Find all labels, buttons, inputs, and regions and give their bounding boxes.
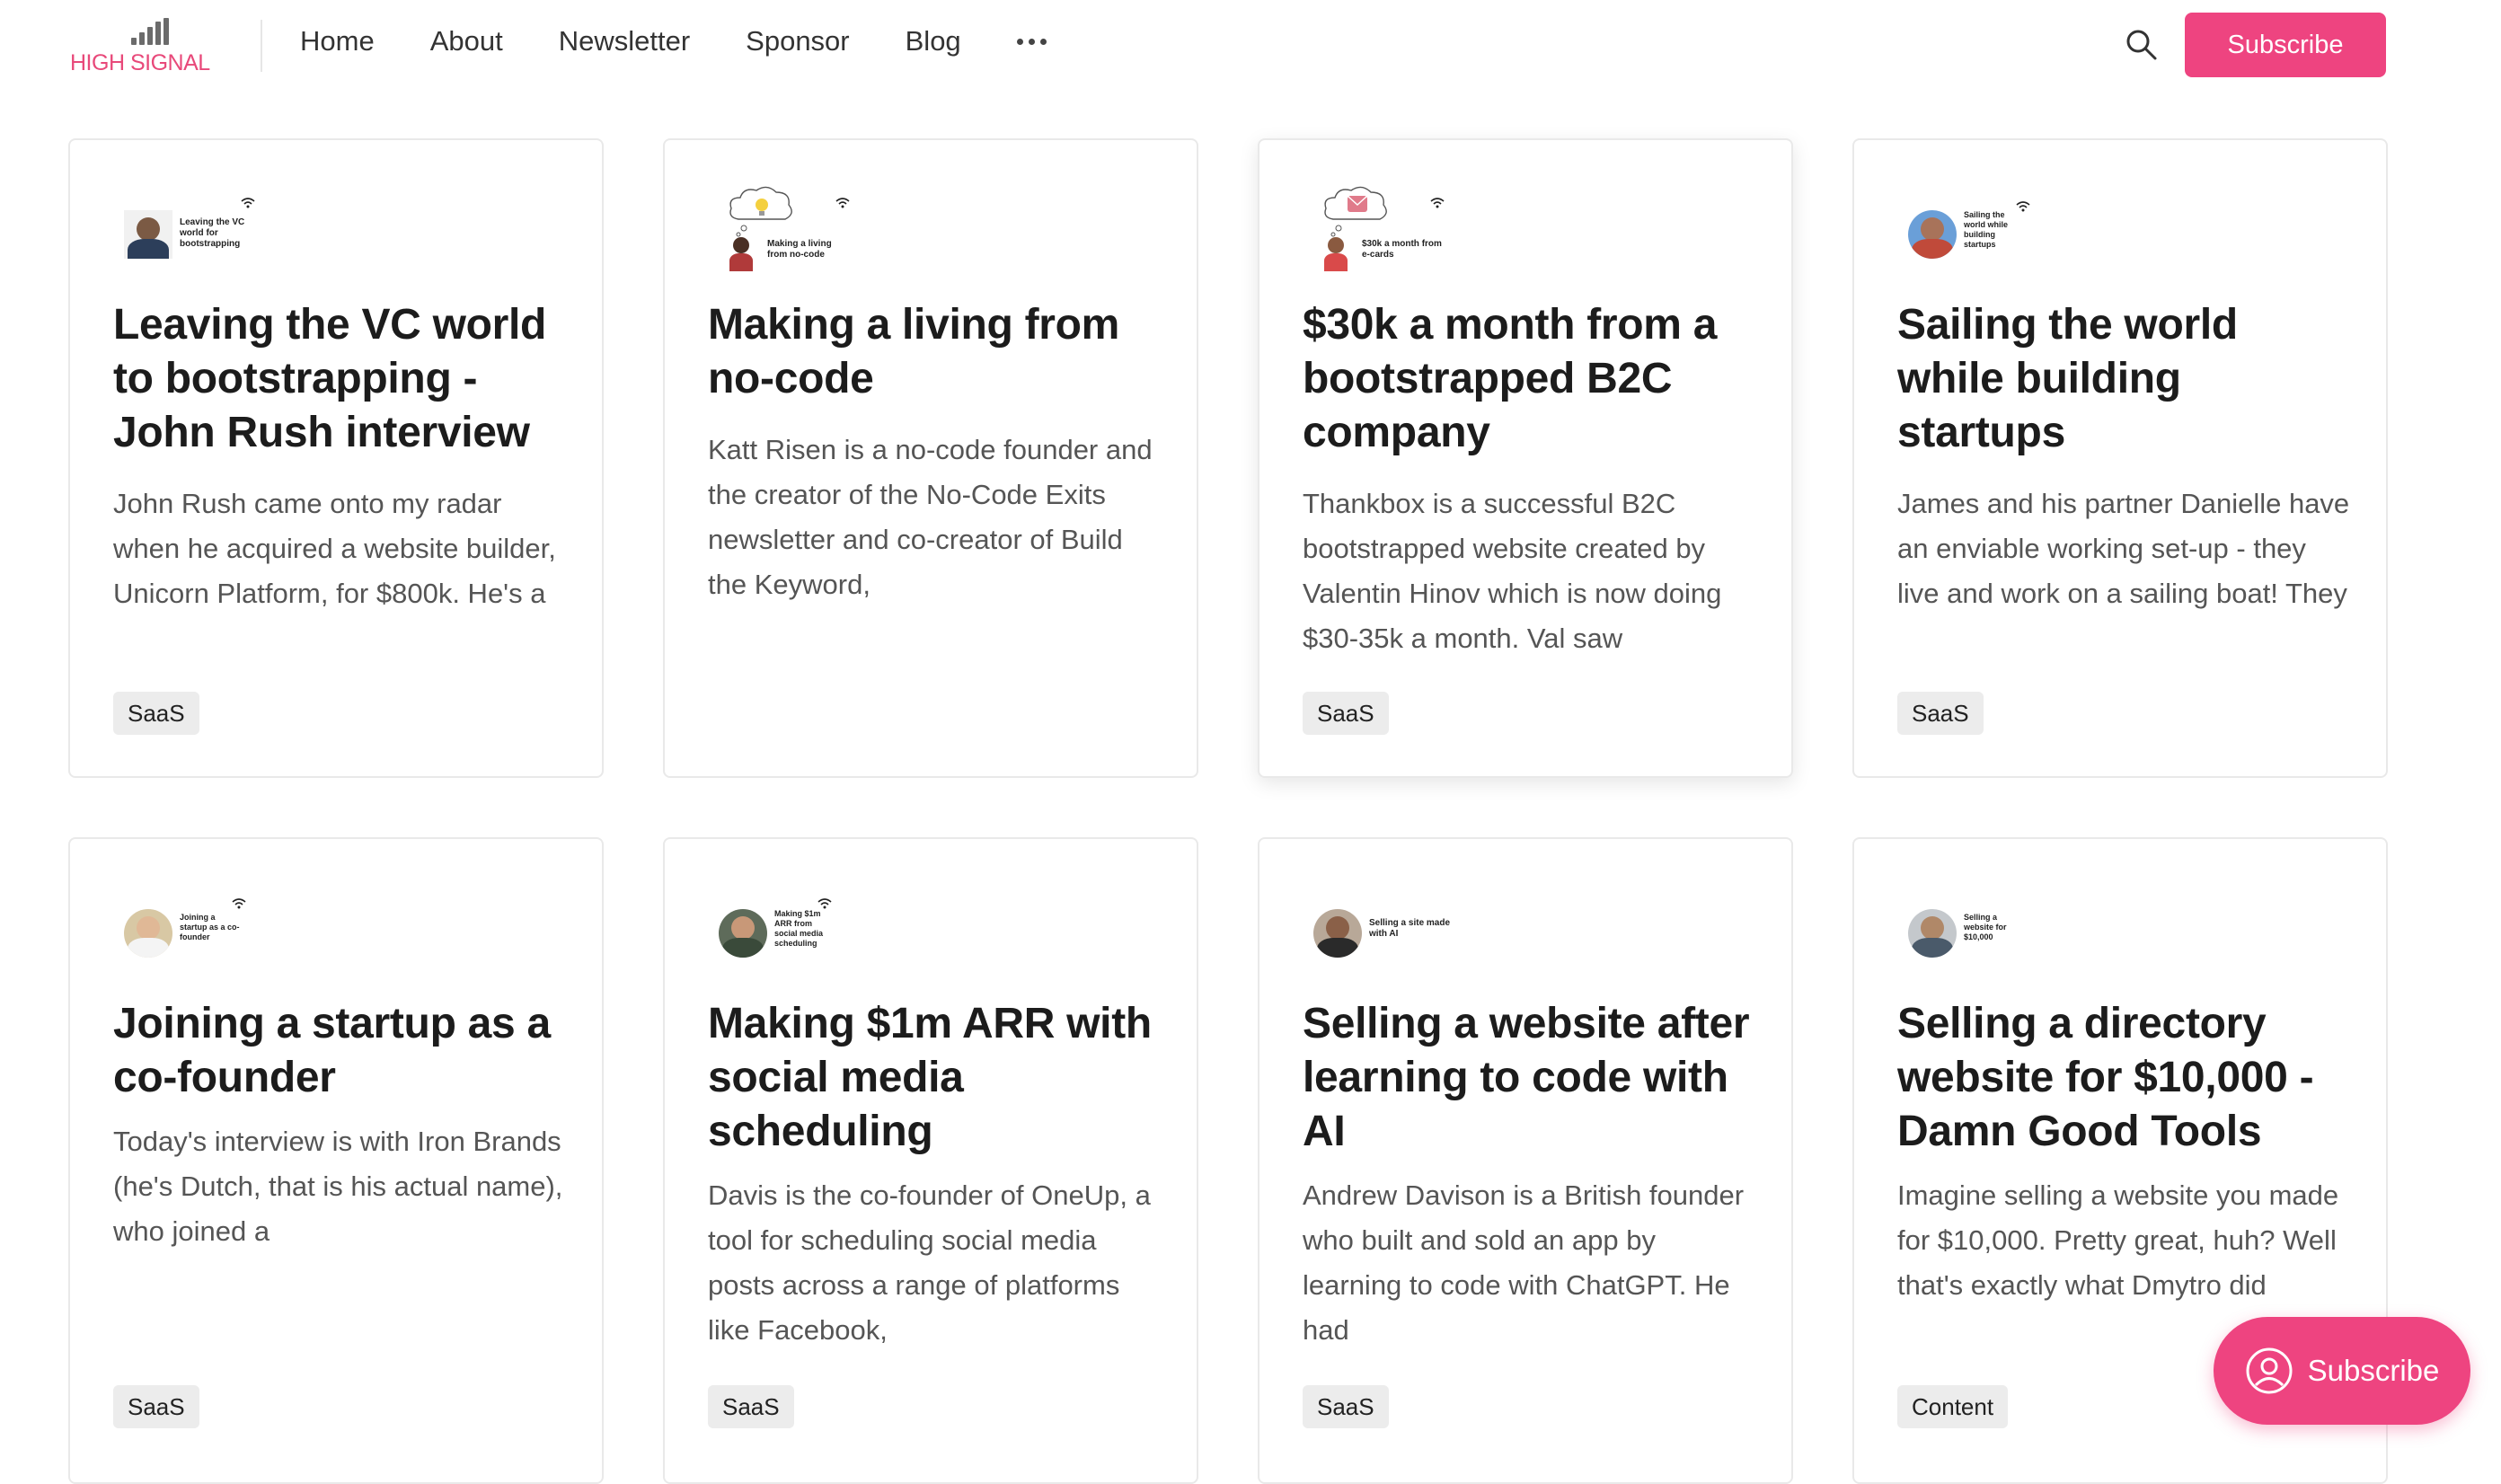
nav-home[interactable]: Home [300, 25, 375, 57]
post-title[interactable]: Selling a website after learning to code… [1303, 997, 1761, 1159]
post-title[interactable]: Selling a directory website for $10,000 … [1897, 997, 2355, 1159]
post-card[interactable]: Making $1m ARR from social media schedul… [663, 837, 1198, 1484]
logo-text: HIGH SIGNAL [70, 50, 210, 75]
thumbnail-caption: Selling a site made with AI [1369, 918, 1451, 939]
floating-subscribe-button[interactable]: Subscribe [2214, 1317, 2470, 1425]
thumbnail-caption: Leaving the VC world for bootstrapping [180, 217, 245, 249]
post-thumbnail: Sailing the world while building startup… [1899, 183, 2052, 269]
thumbnail-caption: Joining a startup as a co-founder [180, 913, 240, 941]
author-avatar [1908, 909, 1957, 958]
author-avatar [1321, 235, 1351, 271]
post-title[interactable]: Making a living from no-code [708, 298, 1166, 406]
post-title[interactable]: Making $1m ARR with social media schedul… [708, 997, 1166, 1159]
thumbnail-caption: Making a living from no-code [767, 239, 832, 260]
subscribe-button[interactable]: Subscribe [2185, 13, 2386, 77]
wifi-icon [232, 898, 246, 909]
wifi-icon [241, 198, 255, 208]
post-card[interactable]: $30k a month from e-cards $30k a month f… [1258, 138, 1793, 778]
post-thumbnail: Selling a site made with AI [1304, 882, 1457, 968]
author-avatar [1908, 210, 1957, 259]
post-tag[interactable]: Content [1897, 1385, 2009, 1428]
wifi-icon [817, 898, 832, 909]
nav-newsletter[interactable]: Newsletter [559, 25, 690, 57]
nav-blog[interactable]: Blog [906, 25, 961, 57]
user-circle-icon [2246, 1347, 2293, 1394]
post-excerpt: John Rush came onto my radar when he acq… [113, 488, 556, 609]
post-excerpt: Thankbox is a successful B2C bootstrappe… [1303, 488, 1722, 654]
thought-cloud-icon [729, 186, 792, 237]
post-tag[interactable]: SaaS [113, 1385, 199, 1428]
post-tag[interactable]: SaaS [113, 692, 199, 735]
post-excerpt: James and his partner Danielle have an e… [1897, 488, 2350, 609]
post-excerpt: Imagine selling a website you made for $… [1897, 1179, 2339, 1301]
post-card[interactable]: Leaving the VC world for bootstrapping L… [68, 138, 604, 778]
post-excerpt: Katt Risen is a no-code founder and the … [708, 434, 1153, 600]
post-thumbnail: $30k a month from e-cards [1304, 183, 1457, 271]
nav-about[interactable]: About [430, 25, 503, 57]
author-avatar [719, 909, 767, 958]
wifi-icon [2016, 201, 2030, 212]
post-card[interactable]: Sailing the world while building startup… [1852, 138, 2388, 778]
post-title[interactable]: $30k a month from a bootstrapped B2C com… [1303, 298, 1761, 460]
post-tag[interactable]: SaaS [1303, 1385, 1389, 1428]
thumbnail-caption: $30k a month from e-cards [1362, 239, 1442, 260]
post-card[interactable]: Selling a site made with AI Selling a we… [1258, 837, 1793, 1484]
post-card[interactable]: Making a living from no-code Making a li… [663, 138, 1198, 778]
wifi-icon [835, 198, 850, 208]
ellipsis-icon[interactable] [1016, 23, 1047, 59]
post-tag[interactable]: SaaS [1897, 692, 1984, 735]
post-tag[interactable]: SaaS [708, 1385, 794, 1428]
thumbnail-caption: Sailing the world while building startup… [1964, 210, 2009, 249]
post-thumbnail: Leaving the VC world for bootstrapping [115, 183, 268, 269]
search-icon[interactable] [2124, 27, 2160, 63]
post-thumbnail: Joining a startup as a co-founder [115, 882, 268, 968]
post-tag[interactable]: SaaS [1303, 692, 1389, 735]
site-logo[interactable]: HIGH SIGNAL [70, 18, 232, 79]
post-thumbnail: Selling a website for $10,000 [1899, 882, 2052, 968]
thumbnail-caption: Selling a website for $10,000 [1964, 913, 2007, 941]
post-excerpt: Today's interview is with Iron Brands (h… [113, 1126, 563, 1247]
main-nav: Home About Newsletter Sponsor Blog [300, 23, 1047, 59]
post-excerpt: Andrew Davison is a British founder who … [1303, 1179, 1745, 1346]
floating-subscribe-label: Subscribe [2307, 1354, 2440, 1387]
nav-sponsor[interactable]: Sponsor [746, 25, 849, 57]
post-title[interactable]: Joining a startup as a co-founder [113, 997, 571, 1105]
post-thumbnail: Making a living from no-code [710, 183, 862, 271]
post-thumbnail: Making $1m ARR from social media schedul… [710, 882, 862, 968]
author-avatar [124, 210, 172, 259]
post-title[interactable]: Leaving the VC world to bootstrapping - … [113, 298, 571, 460]
wifi-icon [1430, 198, 1445, 208]
header-divider [261, 20, 262, 72]
signal-bars-icon [131, 18, 171, 45]
post-card[interactable]: Joining a startup as a co-founder Joinin… [68, 837, 604, 1484]
author-avatar [124, 909, 172, 958]
post-excerpt: Davis is the co-founder of OneUp, a tool… [708, 1179, 1151, 1346]
author-avatar [726, 235, 756, 271]
post-title[interactable]: Sailing the world while building startup… [1897, 298, 2355, 460]
author-avatar [1313, 909, 1362, 958]
thought-cloud-icon [1324, 186, 1387, 237]
site-header: HIGH SIGNAL Home About Newsletter Sponso… [0, 0, 2501, 90]
thumbnail-caption: Making $1m ARR from social media schedul… [774, 909, 824, 948]
